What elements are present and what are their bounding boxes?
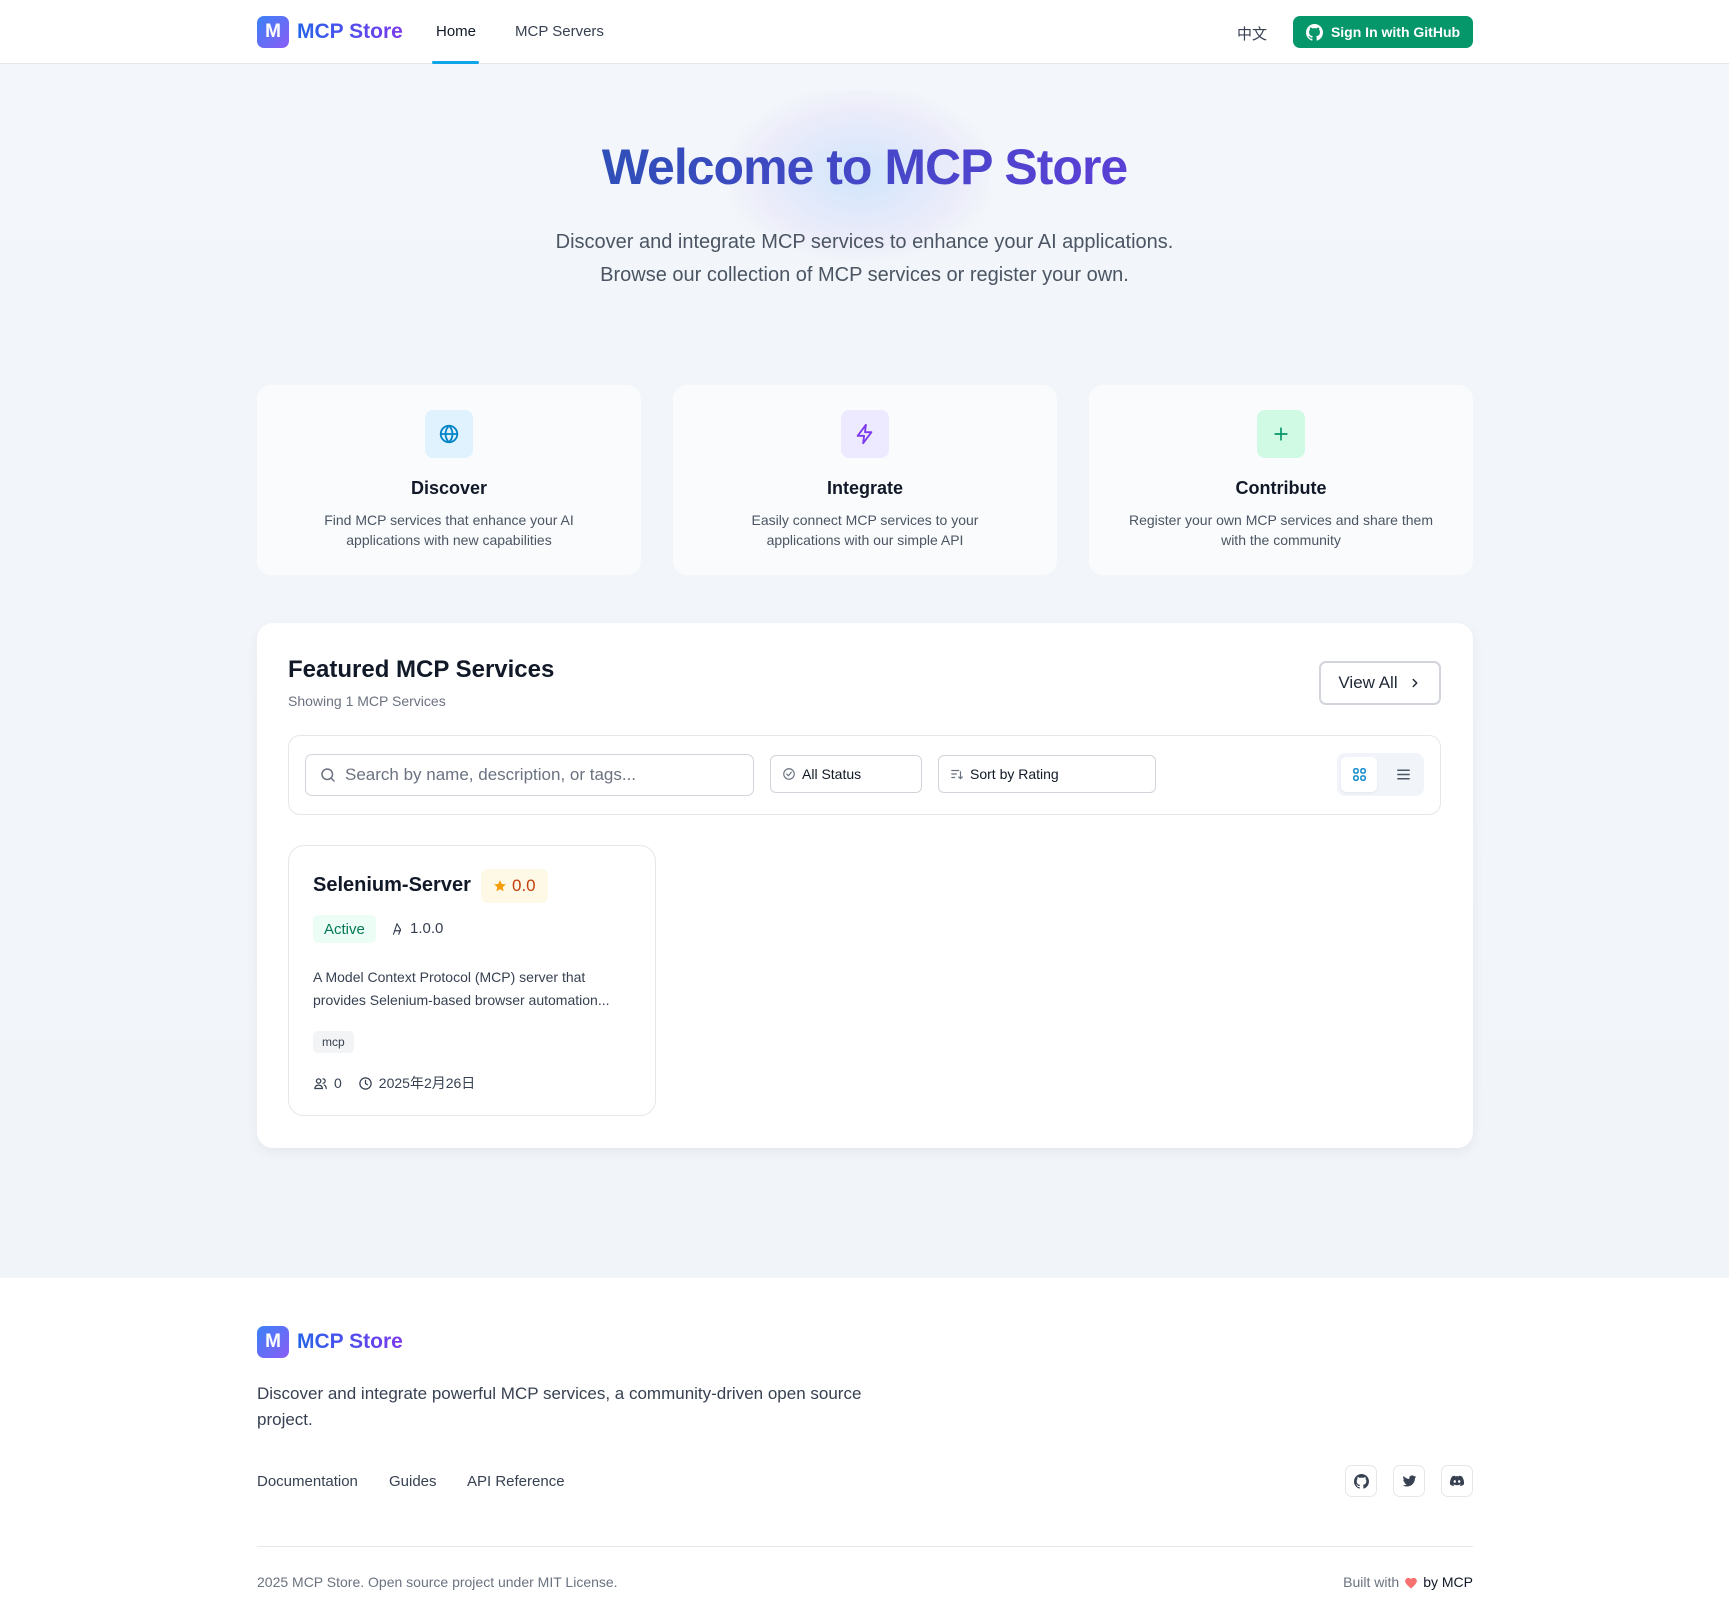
plus-icon: [1257, 410, 1305, 458]
service-card[interactable]: Selenium-Server 0.0 Active 1.0.0 A Model…: [288, 845, 656, 1116]
star-icon: [494, 880, 506, 892]
lightning-icon: [841, 410, 889, 458]
view-all-button[interactable]: View All: [1319, 661, 1441, 705]
footer-brand-name: MCP Store: [297, 1330, 403, 1353]
nav-mcp-servers-link[interactable]: MCP Servers: [515, 23, 604, 40]
twitter-icon[interactable]: [1393, 1465, 1425, 1497]
brand-name: MCP Store: [297, 20, 403, 43]
rating-value: 0.0: [512, 876, 536, 895]
search-input[interactable]: [345, 765, 735, 785]
discord-icon[interactable]: [1441, 1465, 1473, 1497]
feature-card-integrate: Integrate Easily connect MCP services to…: [673, 385, 1057, 575]
footer-link-guides[interactable]: Guides: [389, 1473, 437, 1490]
clock-icon: [359, 1076, 372, 1090]
globe-icon: [425, 410, 473, 458]
service-meta: 0 2025年2月26日: [313, 1073, 491, 1093]
sort-select[interactable]: Sort by Rating: [938, 755, 1156, 793]
sign-in-github-button[interactable]: Sign In with GitHub: [1293, 16, 1473, 48]
footer-description: Discover and integrate powerful MCP serv…: [257, 1384, 862, 1429]
sign-in-label: Sign In with GitHub: [1330, 24, 1461, 40]
feature-title: Discover: [410, 478, 488, 498]
footer: M MCP Store Discover and integrate power…: [0, 1278, 1729, 1619]
footer-divider: [257, 1546, 1473, 1547]
top-nav-bar: M MCP Store Home MCP Servers 中文 Sign In …: [0, 0, 1729, 64]
check-circle-icon: [783, 768, 795, 780]
built-with: Built with by MCP: [1343, 1574, 1473, 1590]
results-count: Showing 1 MCP Services: [288, 693, 446, 709]
hero-title: Welcome to MCP Store: [0, 138, 1729, 196]
filter-bar: All Status Sort by Rating: [288, 735, 1441, 815]
grid-view-button[interactable]: [1341, 757, 1377, 792]
sort-icon: [951, 769, 963, 780]
active-tab-indicator: [432, 61, 479, 64]
view-mode-toggle: [1337, 753, 1424, 796]
git-branch-icon: [392, 922, 402, 935]
nav-home-link[interactable]: Home: [436, 23, 476, 40]
version-info: 1.0.0: [390, 920, 443, 937]
service-name: Selenium-Server: [313, 874, 471, 896]
status-filter-value: All Status: [802, 766, 862, 782]
hero-subtitle: Discover and integrate MCP services to e…: [0, 226, 1729, 292]
chevron-right-icon: [1412, 678, 1418, 688]
footer-logo[interactable]: M MCP Store: [257, 1326, 403, 1358]
feature-description: Register your own MCP services and share…: [1129, 512, 1433, 548]
github-icon: [1305, 23, 1323, 41]
brand-logo[interactable]: M MCP Store: [257, 16, 403, 48]
copyright: 2025 MCP Store. Open source project unde…: [257, 1574, 618, 1590]
list-view-button[interactable]: [1385, 757, 1421, 792]
version-value: 1.0.0: [410, 920, 444, 937]
sort-value: Sort by Rating: [970, 766, 1059, 782]
github-icon[interactable]: [1345, 1465, 1377, 1497]
date-value: 2025年2月26日: [378, 1075, 476, 1091]
hero-title-text: Welcome to MCP Store: [601, 139, 1128, 195]
grid-icon: [1352, 768, 1366, 781]
users-count: 0: [313, 1075, 342, 1091]
feature-title: Contribute: [1235, 478, 1327, 498]
service-description: A Model Context Protocol (MCP) server th…: [313, 969, 610, 1008]
section-title: Featured MCP Services: [288, 656, 555, 683]
heart-icon: [1405, 1577, 1418, 1589]
feature-description: Find MCP services that enhance your AI a…: [324, 512, 574, 548]
status-filter-select[interactable]: All Status: [770, 755, 922, 793]
footer-link-documentation[interactable]: Documentation: [257, 1473, 358, 1490]
updated-date: 2025年2月26日: [358, 1073, 476, 1093]
feature-card-contribute: Contribute Register your own MCP service…: [1089, 385, 1473, 575]
built-with-prefix: Built with: [1343, 1574, 1400, 1590]
feature-card-discover: Discover Find MCP services that enhance …: [257, 385, 641, 575]
search-icon: [321, 768, 335, 782]
logo-mark: M: [257, 16, 289, 48]
footer-link-api-reference[interactable]: API Reference: [467, 1473, 565, 1490]
status-badge: Active: [313, 915, 376, 943]
users-value: 0: [334, 1075, 342, 1091]
hero-subtitle-line2: Browse our collection of MCP services or…: [600, 264, 1129, 286]
view-all-label: View All: [1338, 673, 1398, 692]
language-switch[interactable]: 中文: [1237, 23, 1267, 44]
rating-badge: 0.0: [481, 869, 548, 903]
users-icon: [314, 1077, 327, 1089]
service-tag[interactable]: mcp: [313, 1031, 354, 1053]
footer-logo-mark: M: [257, 1326, 289, 1358]
search-box[interactable]: [305, 754, 754, 796]
built-with-suffix: by MCP: [1423, 1574, 1473, 1590]
feature-description: Easily connect MCP services to your appl…: [751, 512, 979, 548]
featured-services-panel: Featured MCP Services Showing 1 MCP Serv…: [257, 623, 1473, 1148]
list-icon: [1396, 769, 1410, 780]
feature-title: Integrate: [826, 478, 904, 498]
hero-subtitle-line1: Discover and integrate MCP services to e…: [555, 231, 1174, 253]
